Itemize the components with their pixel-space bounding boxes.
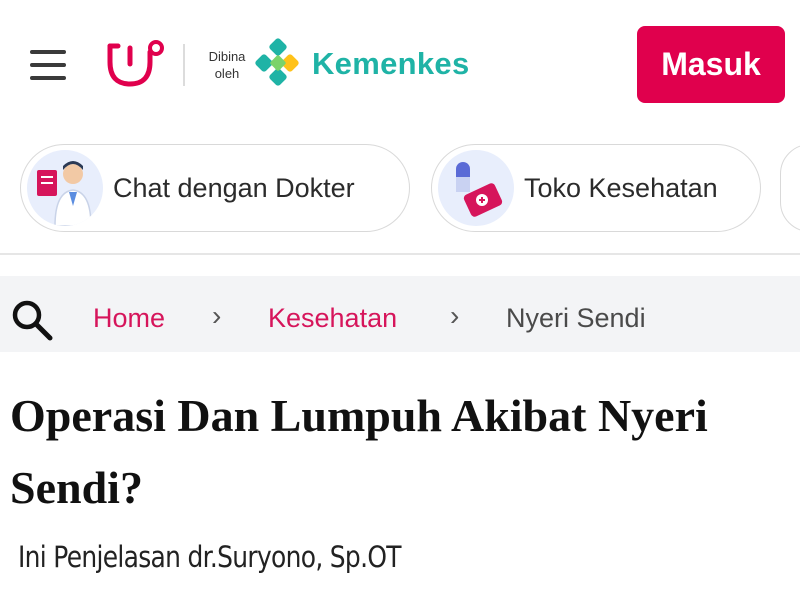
more-action-button[interactable] (780, 144, 800, 232)
hamburger-menu-icon[interactable] (30, 48, 68, 82)
chat-doctor-button[interactable]: Chat dengan Dokter (20, 144, 410, 232)
breadcrumb: Home › Kesehatan › Nyeri Sendi (0, 276, 800, 352)
site-header: Dibina oleh Kemenkes Masuk (0, 0, 800, 130)
partner-prefix-line1: Dibina (208, 49, 246, 64)
health-store-button[interactable]: Toko Kesehatan (431, 144, 761, 232)
kemenkes-logo-icon (255, 38, 299, 86)
health-store-label: Toko Kesehatan (524, 172, 718, 203)
partner-prefix-line2: oleh (214, 66, 240, 81)
login-button[interactable]: Masuk (637, 26, 785, 103)
breadcrumb-kesehatan[interactable]: Kesehatan (268, 303, 397, 334)
section-divider (0, 253, 800, 255)
chevron-right-icon: › (450, 300, 460, 331)
partner-prefix: Dibina oleh (204, 48, 250, 82)
pharmacy-store-icon (438, 150, 514, 226)
stethoscope-logo-icon[interactable] (104, 36, 168, 94)
article-title: Operasi Dan Lumpuh Akibat Nyeri Sendi? (10, 390, 708, 513)
breadcrumb-home[interactable]: Home (93, 303, 165, 334)
quick-actions: Chat dengan Dokter Toko Kesehatan (0, 140, 800, 240)
doctor-chat-icon (27, 150, 103, 226)
chat-doctor-label: Chat dengan Dokter (113, 172, 355, 203)
breadcrumb-current: Nyeri Sendi (506, 303, 646, 333)
logo-divider (183, 44, 185, 86)
chevron-right-icon: › (212, 300, 222, 331)
partner-name: Kemenkes (312, 46, 470, 81)
search-icon[interactable] (10, 298, 54, 342)
article-subtitle: Ini Penjelasan dr.Suryono, Sp.OT (18, 540, 402, 574)
